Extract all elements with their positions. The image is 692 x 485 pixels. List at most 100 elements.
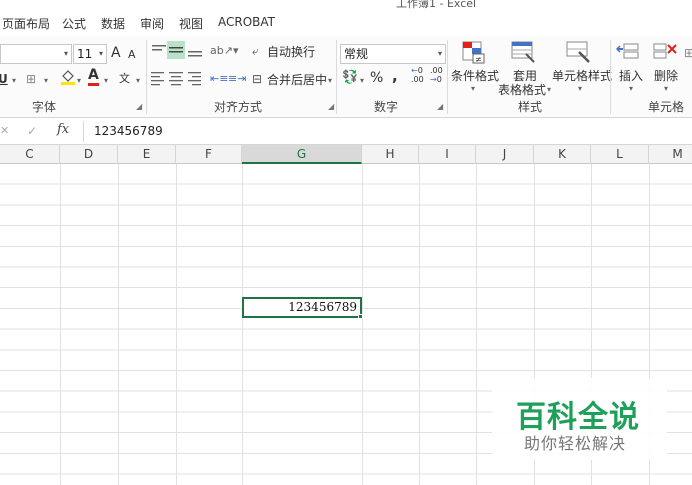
font-size-box[interactable]: 11 ▾ [73,44,107,64]
border-icon[interactable]: ⊞ [26,70,36,88]
merge-center-icon[interactable]: ⊟ [252,70,262,88]
insert-cells-icon[interactable] [616,40,642,64]
conditional-format-icon[interactable]: ≠ [460,40,486,64]
conditional-format-dropdown-icon[interactable]: ▾ [471,84,475,93]
column-header-k[interactable]: K [534,145,591,164]
align-bottom-icon[interactable] [186,42,204,58]
column-header-m[interactable]: M [649,145,692,164]
conditional-format-button[interactable]: 条件格式 [451,67,499,84]
comma-button[interactable]: , [392,67,398,85]
grid-line [419,164,420,485]
formula-bar: ✕ ✓ fx 123456789 [0,118,692,145]
format-as-table-line2[interactable]: 表格格式 [498,81,546,98]
decrease-decimal-button[interactable]: .00 →0 [430,66,443,84]
column-headers: C D E F G H I J K L M [0,145,692,164]
title-bar: 工作簿1 - Excel [0,0,692,10]
merge-dropdown-icon[interactable]: ▾ [328,76,332,85]
tab-acrobat[interactable]: ACROBAT [218,15,275,29]
alignment-launcher-icon[interactable]: ◢ [328,102,334,111]
number-format-box[interactable]: 常规 ▾ [340,44,446,64]
tab-data[interactable]: 数据 [101,15,125,32]
column-header-i[interactable]: I [419,145,476,164]
fill-color-icon[interactable] [60,68,76,91]
align-right-icon[interactable] [186,70,202,86]
grid-line [118,164,119,485]
number-format-value: 常规 [344,47,369,61]
tab-review[interactable]: 审阅 [140,15,164,32]
font-color-button[interactable]: A [88,67,99,86]
column-header-d[interactable]: D [60,145,118,164]
phonetic-button[interactable]: 文 [119,70,130,88]
enter-icon[interactable]: ✓ [27,122,37,140]
cell-styles-dropdown-icon[interactable]: ▾ [578,84,582,93]
insert-dropdown-icon[interactable]: ▾ [629,84,633,93]
orientation-icon[interactable]: ab↗▾ [210,42,238,60]
percent-button[interactable]: % [370,69,383,87]
align-middle-icon[interactable] [167,41,185,59]
group-divider [336,40,337,114]
ribbon: ▾ 11 ▾ A A U ▾ ⊞ ▾ ▾ A ▾ 文 ▾ 字体 ◢ ab↗▾ ⤶ … [0,36,692,118]
currency-icon[interactable]: 💱 [342,69,358,87]
insert-cells-button[interactable]: 插入 [619,67,643,84]
column-header-f[interactable]: F [176,145,242,164]
grid-line [476,164,477,485]
format-as-table-icon[interactable] [510,40,536,64]
cancel-icon[interactable]: ✕ [0,122,9,140]
wrap-text-button[interactable]: 自动换行 [267,43,315,61]
fill-handle[interactable] [358,314,363,319]
font-color-dropdown-icon[interactable]: ▾ [104,76,108,85]
cell-styles-icon[interactable] [565,40,591,64]
tab-formulas[interactable]: 公式 [62,15,86,32]
watermark: 百科全说 助你轻松解决 [492,378,667,460]
border-dropdown-icon[interactable]: ▾ [44,76,48,85]
grid-line [242,164,243,485]
grid-line [176,164,177,485]
svg-text:≠: ≠ [475,55,482,64]
align-left-icon[interactable] [150,70,166,86]
column-header-j[interactable]: J [476,145,534,164]
tab-page-layout[interactable]: 页面布局 [2,15,50,32]
delete-cells-icon[interactable] [652,40,678,64]
format-as-table-dropdown-icon[interactable]: ▾ [547,85,551,94]
align-center-icon[interactable] [168,70,184,86]
merge-center-button[interactable]: 合并后居中 [267,71,327,89]
number-launcher-icon[interactable]: ◢ [437,102,443,111]
currency-dropdown-icon[interactable]: ▾ [360,76,364,85]
increase-indent-icon[interactable]: ≡⇥ [228,70,246,88]
font-name-box[interactable]: ▾ [0,44,72,64]
column-header-h[interactable]: H [362,145,419,164]
cell-styles-button[interactable]: 单元格样式 [552,67,612,84]
watermark-subtitle: 助你轻松解决 [524,434,627,453]
styles-group-label: 样式 [518,100,543,114]
alignment-group-label: 对齐方式 [214,100,263,114]
align-top-icon[interactable] [150,42,168,58]
grid-line [362,164,363,485]
grid-line [60,164,61,485]
group-divider [447,40,448,114]
wrap-text-icon[interactable]: ⤶ [252,42,259,60]
tab-view[interactable]: 视图 [179,15,203,32]
decrease-indent-icon[interactable]: ⇤≡ [210,70,228,88]
format-cells-icon[interactable]: ⊞ [684,44,692,62]
grow-font-button[interactable]: A [111,44,121,62]
column-header-l[interactable]: L [591,145,649,164]
fill-color-dropdown-icon[interactable]: ▾ [77,76,81,85]
group-divider [610,40,611,114]
underline-dropdown-icon[interactable]: ▾ [12,76,16,85]
number-group-label: 数字 [374,100,399,114]
group-divider [146,40,147,114]
font-size-value: 11 [77,47,93,61]
column-header-e[interactable]: E [118,145,176,164]
active-cell-g[interactable]: 123456789 [242,297,362,318]
underline-button[interactable]: U [0,70,8,88]
phonetic-dropdown-icon[interactable]: ▾ [136,76,140,85]
insert-function-icon[interactable]: fx [57,121,69,139]
delete-dropdown-icon[interactable]: ▾ [664,84,668,93]
delete-cells-button[interactable]: 删除 [654,67,678,84]
column-header-c[interactable]: C [0,145,60,164]
increase-decimal-button[interactable]: ←0.00 [411,66,424,84]
shrink-font-button[interactable]: A [128,46,136,64]
column-header-g[interactable]: G [242,145,362,164]
formula-input[interactable]: 123456789 [83,121,692,142]
font-launcher-icon[interactable]: ◢ [136,102,142,111]
